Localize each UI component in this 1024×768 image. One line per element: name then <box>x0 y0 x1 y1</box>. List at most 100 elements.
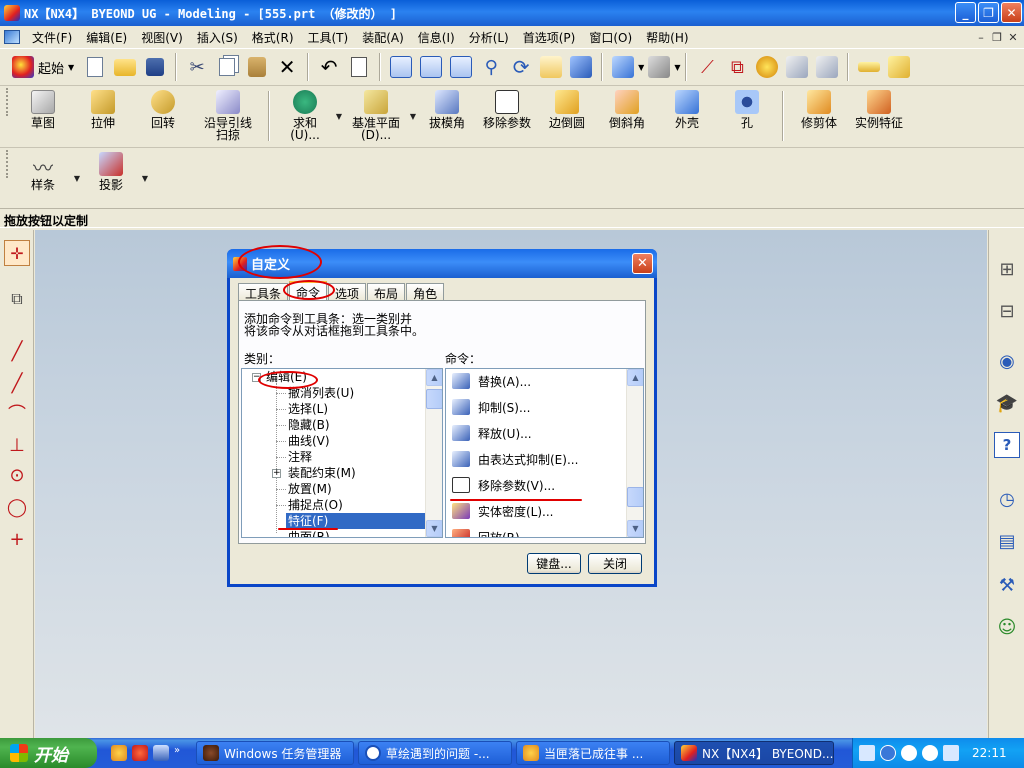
scroll-down-button[interactable]: ▼ <box>426 520 442 537</box>
taskbar-item-nx[interactable]: NX【NX4】 BYEOND... <box>674 741 834 765</box>
menu-analysis[interactable]: 分析(L) <box>463 27 517 48</box>
collapse-toggle[interactable]: − <box>252 373 261 382</box>
palette-button[interactable] <box>752 52 782 82</box>
rotate-button[interactable]: ⟳ <box>506 52 536 82</box>
point-on-curve-button[interactable]: ⊥ <box>4 432 30 458</box>
doc-minimize-button[interactable]: – <box>974 30 988 44</box>
command-solid-density[interactable]: 实体密度(L)... <box>452 501 554 521</box>
training-tab[interactable]: 🎓 <box>994 390 1020 416</box>
line-tool-button[interactable]: ╱ <box>4 338 30 364</box>
minimize-button[interactable]: _ <box>955 2 976 23</box>
command-replace[interactable]: 替换(A)... <box>452 371 531 391</box>
menu-format[interactable]: 格式(R) <box>246 27 302 48</box>
category-curve[interactable]: 曲线(V) <box>288 433 330 449</box>
chevron-right-icon[interactable]: » <box>174 745 184 761</box>
line-2-tool-button[interactable]: ╱ <box>4 370 30 396</box>
assembly-navigator-tab[interactable]: ⊞ <box>994 256 1020 282</box>
menu-preferences[interactable]: 首选项(P) <box>517 27 584 48</box>
category-scrollbar[interactable]: ▲ ▼ <box>425 369 442 537</box>
spline-button[interactable]: 〰样条 <box>13 150 73 206</box>
back-arrow-icon[interactable] <box>880 745 896 761</box>
tab-layout[interactable]: 布局 <box>367 283 406 301</box>
document-icon[interactable] <box>4 30 20 44</box>
tab-toolbars[interactable]: 工具条 <box>238 283 289 301</box>
open-file-button[interactable] <box>110 52 140 82</box>
category-placement[interactable]: 放置(M) <box>288 481 332 497</box>
menu-view[interactable]: 视图(V) <box>135 27 191 48</box>
sweep-button[interactable]: 沿导引线 扫掠 <box>193 88 263 144</box>
nx-app-icon[interactable] <box>4 5 20 21</box>
keyboard-button[interactable]: 键盘... <box>527 553 581 574</box>
toolbar-grip[interactable] <box>6 150 9 178</box>
taskbar-item-browser[interactable]: 草绘遇到的问题 -... <box>358 741 512 765</box>
render-style-button[interactable] <box>608 52 638 82</box>
revolve-button[interactable]: 回转 <box>133 88 193 144</box>
category-select[interactable]: 选择(L) <box>288 401 328 417</box>
shell-button[interactable]: 外壳 <box>657 88 717 144</box>
zoom-area-button[interactable] <box>446 52 476 82</box>
menu-window[interactable]: 窗口(O) <box>583 27 640 48</box>
part-navigator-tab[interactable]: ⊟ <box>994 298 1020 324</box>
category-hide[interactable]: 隐藏(B) <box>288 417 330 433</box>
help-tab[interactable]: ? <box>994 432 1020 458</box>
category-annotation[interactable]: 注释 <box>288 449 312 465</box>
tab-options[interactable]: 选项 <box>328 283 367 301</box>
shaded-view-button[interactable] <box>566 52 596 82</box>
edge-blend-button[interactable]: 边倒圆 <box>537 88 597 144</box>
chevron-down-icon[interactable]: ▼ <box>335 88 343 144</box>
chevron-down-icon[interactable]: ▼ <box>141 150 149 206</box>
arc-tool-button[interactable]: ⌒ <box>4 400 30 426</box>
hole-button[interactable]: 孔 <box>717 88 777 144</box>
layer-settings-button[interactable] <box>782 52 812 82</box>
doc-restore-button[interactable]: ❐ <box>990 30 1004 44</box>
save-button[interactable] <box>140 52 170 82</box>
menu-edit[interactable]: 编辑(E) <box>80 27 135 48</box>
project-curve-button[interactable]: 投影 <box>81 150 141 206</box>
trim-body-button[interactable]: 修剪体 <box>789 88 849 144</box>
menu-assembly[interactable]: 装配(A) <box>356 27 412 48</box>
command-suppress-by-expression[interactable]: 由表达式抑制(E)... <box>452 449 578 469</box>
start-button[interactable]: 开始 <box>0 738 97 768</box>
category-tree[interactable]: − 编辑(E) 撤消列表(U) 选择(L) 隐藏(B) 曲线(V) 注释 + 装… <box>241 368 443 538</box>
category-surface[interactable]: 曲面(R) <box>288 529 330 537</box>
category-edit[interactable]: 编辑(E) <box>266 369 307 385</box>
measure-angle-button[interactable] <box>884 52 914 82</box>
menu-help[interactable]: 帮助(H) <box>640 27 696 48</box>
keyboard-icon[interactable] <box>859 745 875 761</box>
assembly-nav-button[interactable]: ⧉ <box>722 52 752 82</box>
clock[interactable]: 22:11 <box>972 746 1007 760</box>
undo-button[interactable]: ↶ <box>314 52 344 82</box>
command-playback[interactable]: 回放(R)... <box>452 527 531 537</box>
remove-params-button[interactable]: 移除参数 <box>477 88 537 144</box>
zoom-button[interactable]: ⚲ <box>476 52 506 82</box>
selection-filter-button[interactable]: ✛ <box>4 240 30 266</box>
command-suppress[interactable]: 抑制(S)... <box>452 397 530 417</box>
sketch-button[interactable]: 草图 <box>13 88 73 144</box>
menu-tools[interactable]: 工具(T) <box>302 27 357 48</box>
fit-view-button[interactable] <box>386 52 416 82</box>
dialog-close-button[interactable]: ✕ <box>632 253 653 274</box>
messenger-icon[interactable] <box>111 745 127 761</box>
command-unsuppress[interactable]: 释放(U)... <box>452 423 532 443</box>
command-finder-button[interactable] <box>344 52 374 82</box>
cut-button[interactable]: ✂ <box>182 52 212 82</box>
pan-button[interactable] <box>536 52 566 82</box>
expand-toggle[interactable]: + <box>272 469 281 478</box>
restore-button[interactable]: ❐ <box>978 2 999 23</box>
scroll-up-button[interactable]: ▲ <box>627 369 643 386</box>
assembly-nav-icon-button[interactable]: ⧉ <box>4 286 30 312</box>
unite-button[interactable]: 求和 (U)... <box>275 88 335 144</box>
toolbar-grip[interactable] <box>6 88 9 116</box>
circle-center-button[interactable]: ⊙ <box>4 462 30 488</box>
doc-close-button[interactable]: ✕ <box>1006 30 1020 44</box>
view-orientation-button[interactable] <box>644 52 674 82</box>
copy-button[interactable] <box>212 52 242 82</box>
history-tab[interactable]: ◷ <box>994 486 1020 512</box>
roles-tab[interactable]: ☺ <box>994 614 1020 640</box>
desktop-icon[interactable] <box>153 745 169 761</box>
close-button[interactable]: 关闭 <box>588 553 642 574</box>
volume-icon[interactable] <box>943 745 959 761</box>
draft-button[interactable]: 拔模角 <box>417 88 477 144</box>
tab-commands[interactable]: 命令 <box>289 281 328 300</box>
menu-insert[interactable]: 插入(S) <box>191 27 246 48</box>
